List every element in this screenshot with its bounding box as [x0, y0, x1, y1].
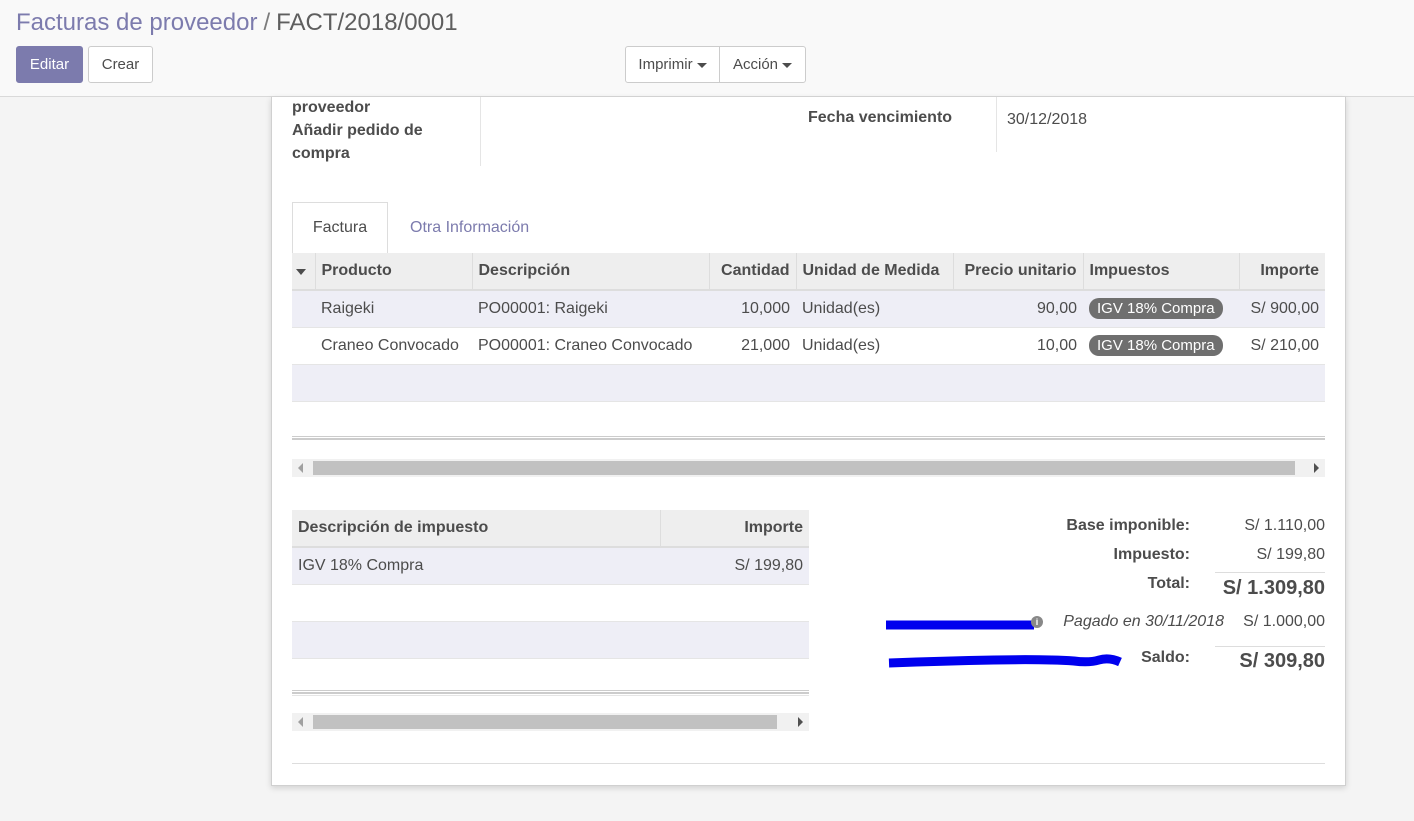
edit-button[interactable]: Editar [16, 46, 83, 83]
chevron-down-icon [696, 62, 707, 68]
horizontal-scrollbar[interactable] [292, 713, 809, 731]
sort-toggle[interactable] [292, 253, 315, 291]
action-button-label: Acción [732, 56, 779, 73]
field-divider [480, 97, 481, 166]
cell-tax-amount: S/ 199,80 [660, 547, 809, 585]
payment-label: Pagado en 30/11/2018 [1063, 613, 1224, 630]
control-panel: Facturas de proveedor / FACT/2018/0001 Edi… [0, 0, 1414, 97]
column-header-amount[interactable]: Importe [1238, 253, 1325, 291]
table-row[interactable]: Raigeki PO00001: Raigeki 10,000 Unidad(e… [292, 290, 1325, 328]
caret-down-icon [296, 269, 306, 275]
balance-value: S/ 309,80 [1239, 650, 1325, 672]
total-divider [1215, 572, 1325, 573]
cell-quantity: 10,000 [709, 290, 796, 328]
cell-description: PO00001: Raigeki [472, 290, 709, 328]
column-header-quantity[interactable]: Cantidad [708, 253, 796, 291]
cell-quantity: 21,000 [709, 327, 796, 365]
row-spacer [292, 327, 315, 365]
breadcrumb-parent-link[interactable]: Facturas de proveedor [16, 9, 257, 36]
column-header-tax-description[interactable]: Descripción de impuesto [292, 510, 660, 548]
due-date-field[interactable]: 30/12/2018 [1007, 111, 1087, 129]
column-header-tax-amount[interactable]: Importe [659, 510, 809, 548]
horizontal-scrollbar[interactable] [292, 459, 1325, 477]
column-header-uom[interactable]: Unidad de Medida [795, 253, 953, 291]
action-dropdown-button[interactable]: Acción [719, 46, 806, 83]
table-row[interactable]: IGV 18% Compra S/ 199,80 [292, 547, 809, 585]
row-spacer [292, 290, 315, 328]
empty-row [292, 364, 1325, 402]
vendor-label: proveedor [292, 99, 371, 116]
info-icon[interactable]: i [1031, 616, 1043, 628]
tax-amount-value: S/ 199,80 [1256, 546, 1326, 563]
tax-amount-label: Impuesto: [1113, 546, 1190, 563]
scrollbar-thumb[interactable] [313, 461, 1295, 475]
table-footer-line [292, 436, 1325, 440]
tax-summary-table: Descripción de impuesto Importe IGV 18% … [292, 510, 809, 696]
table-header-row: Descripción de impuesto Importe [292, 510, 809, 548]
balance-label: Saldo: [1141, 649, 1190, 666]
scroll-left-icon[interactable] [298, 717, 303, 727]
breadcrumb-separator: / [263, 9, 271, 36]
annotation-strike-2 [888, 654, 1122, 668]
invoice-lines-table: Producto Descripción Cantidad Unidad de … [292, 253, 1325, 402]
total-value: S/ 1.309,80 [1222, 577, 1325, 599]
breadcrumb-current: FACT/2018/0001 [276, 9, 458, 36]
scroll-left-icon[interactable] [298, 463, 303, 473]
base-amount-label: Base imponible: [1066, 517, 1190, 534]
table-header-row: Producto Descripción Cantidad Unidad de … [292, 253, 1325, 291]
cell-tax-description: IGV 18% Compra [292, 547, 660, 585]
column-header-product[interactable]: Producto [314, 253, 472, 291]
cell-uom: Unidad(es) [796, 327, 953, 365]
balance-divider [1215, 646, 1325, 647]
cell-amount: S/ 210,00 [1239, 327, 1325, 365]
table-footer-line [292, 690, 809, 694]
table-row[interactable]: Craneo Convocado PO00001: Craneo Convoca… [292, 327, 1325, 365]
tab-invoice[interactable]: Factura [292, 202, 388, 254]
tab-other-info[interactable]: Otra Información [410, 218, 529, 238]
scrollbar-thumb[interactable] [313, 715, 777, 729]
add-purchase-order-label-cont: compra [292, 145, 350, 162]
cell-uom: Unidad(es) [796, 290, 953, 328]
tax-tag: IGV 18% Compra [1089, 335, 1223, 356]
cell-unit-price: 90,00 [953, 290, 1083, 328]
scroll-right-icon[interactable] [798, 717, 803, 727]
breadcrumb: Facturas de proveedor / FACT/2018/0001 [16, 8, 458, 38]
cell-unit-price: 10,00 [953, 327, 1083, 365]
add-purchase-order-label: Añadir pedido de [292, 122, 423, 139]
print-dropdown-button[interactable]: Imprimir [625, 46, 720, 83]
cell-amount: S/ 900,00 [1239, 290, 1325, 328]
form-sheet: proveedor Añadir pedido de compra Fecha … [271, 97, 1346, 786]
column-header-taxes[interactable]: Impuestos [1082, 253, 1239, 291]
sheet-bottom-divider [292, 763, 1325, 764]
print-button-label: Imprimir [638, 56, 693, 73]
payment-value: S/ 1.000,00 [1243, 613, 1325, 630]
create-button[interactable]: Crear [88, 46, 153, 83]
cell-description: PO00001: Craneo Convocado [472, 327, 709, 365]
empty-row [292, 584, 809, 622]
cell-taxes: IGV 18% Compra [1083, 327, 1239, 365]
chevron-down-icon [782, 62, 793, 68]
cell-product: Raigeki [315, 290, 472, 328]
total-label: Total: [1147, 575, 1190, 592]
cell-taxes: IGV 18% Compra [1083, 290, 1239, 328]
scroll-right-icon[interactable] [1314, 463, 1319, 473]
column-header-description[interactable]: Descripción [471, 253, 709, 291]
base-amount-value: S/ 1.110,00 [1244, 517, 1325, 534]
due-date-label: Fecha vencimiento [808, 109, 953, 126]
tax-tag: IGV 18% Compra [1089, 298, 1223, 320]
field-divider [996, 97, 997, 152]
cell-product: Craneo Convocado [315, 327, 472, 365]
column-header-unit-price[interactable]: Precio unitario [952, 253, 1083, 291]
empty-row [292, 621, 809, 659]
